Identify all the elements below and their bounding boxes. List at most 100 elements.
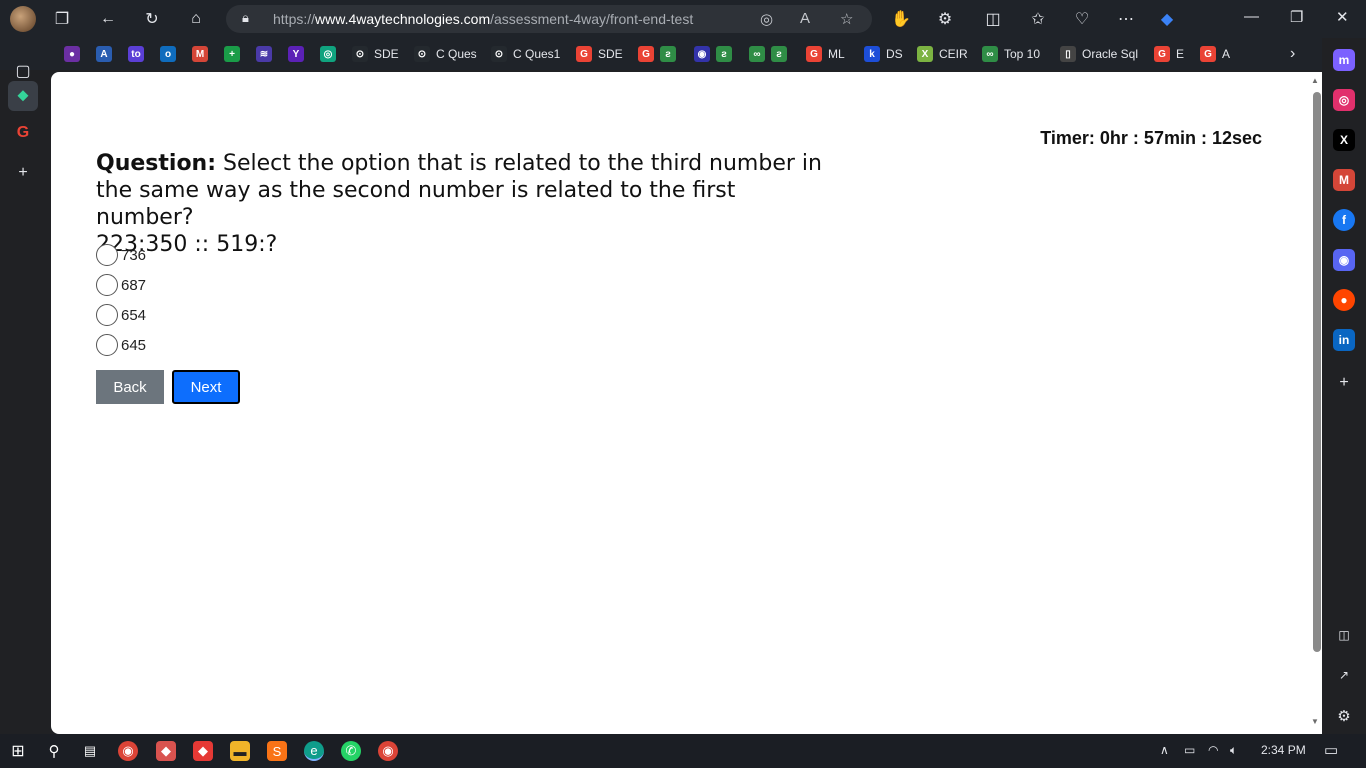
- favorite-item[interactable]: ▯ Oracle Sql: [1060, 45, 1138, 63]
- radio-button[interactable]: [96, 274, 118, 296]
- favorite-item[interactable]: ⊙ SDE: [352, 45, 399, 63]
- messenger-icon[interactable]: m: [1333, 49, 1355, 71]
- option-4[interactable]: 645: [96, 330, 146, 360]
- tab-active-site-icon[interactable]: ⬥: [8, 81, 38, 111]
- restore-icon[interactable]: ❐: [1290, 8, 1303, 26]
- sidebar-panel-icon[interactable]: ◫: [1333, 624, 1355, 646]
- favorite-item[interactable]: X CEIR: [917, 45, 968, 63]
- chrome-icon[interactable]: ◉: [118, 741, 138, 761]
- scrollbar[interactable]: ▲ ▼: [1308, 72, 1322, 734]
- app-icon[interactable]: ◆: [156, 741, 176, 761]
- favorite-item[interactable]: G: [638, 45, 660, 63]
- read-aloud-icon[interactable]: A: [800, 10, 810, 27]
- favorite-item[interactable]: G SDE: [576, 45, 623, 63]
- option-3[interactable]: 654: [96, 300, 146, 330]
- url-text[interactable]: https://www.4waytechnologies.com/assessm…: [273, 11, 693, 27]
- favorite-item[interactable]: +: [224, 45, 246, 63]
- gmail-icon[interactable]: M: [1333, 169, 1355, 191]
- reddit-icon[interactable]: ●: [1333, 289, 1355, 311]
- favorite-item[interactable]: k DS: [864, 45, 903, 63]
- battery-icon[interactable]: ▭: [1184, 743, 1195, 757]
- favorite-item[interactable]: Y: [288, 45, 310, 63]
- back-arrow-icon[interactable]: ←: [97, 8, 119, 30]
- favorite-item[interactable]: ƨ: [771, 45, 793, 63]
- favorites-overflow-chevron-icon[interactable]: ›: [1290, 45, 1295, 63]
- clock-time[interactable]: 2:34 PM: [1261, 743, 1306, 757]
- settings-gear-icon[interactable]: ⚙: [1333, 705, 1355, 727]
- favorite-item[interactable]: ⊙ C Ques1: [491, 45, 560, 63]
- windows-start-icon[interactable]: ⊞: [8, 741, 28, 761]
- browser-essentials-icon[interactable]: ♡: [1071, 8, 1093, 30]
- page-viewport: Timer: 0hr : 57min : 12sec Question: Sel…: [51, 72, 1322, 734]
- next-button[interactable]: Next: [172, 370, 240, 404]
- favorite-item[interactable]: ƨ: [660, 45, 682, 63]
- url-path: /assessment-4way/front-end-test: [490, 11, 694, 27]
- tab-google-icon[interactable]: G: [8, 118, 38, 148]
- volume-icon[interactable]: 🔈︎: [1230, 743, 1237, 758]
- radio-button[interactable]: [96, 304, 118, 326]
- favorite-item[interactable]: to: [128, 45, 150, 63]
- file-explorer-icon[interactable]: ▬: [230, 741, 250, 761]
- favorite-site-icon: ∞: [749, 46, 765, 62]
- more-menu-icon[interactable]: ⋯: [1115, 8, 1137, 30]
- favorite-item[interactable]: A: [96, 45, 118, 63]
- scroll-up-arrow-icon[interactable]: ▲: [1311, 76, 1319, 85]
- edge-icon[interactable]: e: [304, 741, 324, 761]
- favorite-site-icon: Y: [288, 46, 304, 62]
- favorite-item[interactable]: ∞ Top 10: [982, 45, 1040, 63]
- copilot-icon[interactable]: ◆: [1156, 8, 1178, 30]
- new-tab-icon[interactable]: +: [8, 158, 38, 188]
- linkedin-icon[interactable]: in: [1333, 329, 1355, 351]
- radio-button[interactable]: [96, 334, 118, 356]
- chrome-2-icon[interactable]: ◉: [378, 741, 398, 761]
- favorite-item[interactable]: ∞: [749, 45, 771, 63]
- sublime-text-icon[interactable]: S: [267, 741, 287, 761]
- favorite-item[interactable]: G ML: [806, 45, 845, 63]
- split-screen-icon[interactable]: ◫: [982, 8, 1004, 30]
- whatsapp-icon[interactable]: ✆: [341, 741, 361, 761]
- refresh-icon[interactable]: ↻: [141, 8, 163, 30]
- discord-icon[interactable]: ◉: [1333, 249, 1355, 271]
- favorite-item[interactable]: GE: [1154, 45, 1184, 63]
- favorite-item[interactable]: ƨ: [716, 45, 738, 63]
- extension-adblock-icon[interactable]: ✋: [890, 8, 912, 30]
- favorite-item[interactable]: ◎: [320, 45, 342, 63]
- minimize-icon[interactable]: —: [1244, 8, 1259, 25]
- location-icon[interactable]: ◎: [760, 10, 773, 28]
- favorites-icon[interactable]: ✩: [1027, 8, 1049, 30]
- favorite-item[interactable]: M: [192, 45, 214, 63]
- scrollbar-thumb[interactable]: [1313, 92, 1321, 652]
- close-icon[interactable]: ✕: [1336, 8, 1349, 26]
- open-external-icon[interactable]: ↗: [1333, 664, 1355, 686]
- notifications-icon[interactable]: ▭: [1324, 741, 1338, 759]
- favorite-item[interactable]: ≋: [256, 45, 278, 63]
- favorite-label: ML: [828, 47, 845, 61]
- favorite-item[interactable]: ⊙ C Ques: [414, 45, 477, 63]
- radio-button[interactable]: [96, 244, 118, 266]
- favorite-item[interactable]: ●: [64, 45, 86, 63]
- workspaces-icon[interactable]: ❐: [51, 8, 73, 30]
- wifi-icon[interactable]: ◠: [1208, 743, 1218, 757]
- favorite-site-icon: to: [128, 46, 144, 62]
- option-2[interactable]: 687: [96, 270, 146, 300]
- x-icon[interactable]: X: [1333, 129, 1355, 151]
- favorite-item[interactable]: GA: [1200, 45, 1230, 63]
- anydesk-icon[interactable]: ◆: [193, 741, 213, 761]
- favorite-item[interactable]: o: [160, 45, 182, 63]
- show-hidden-icons-icon[interactable]: ∧: [1160, 743, 1169, 757]
- home-icon[interactable]: ⌂: [185, 8, 207, 30]
- option-1[interactable]: 736: [96, 240, 146, 270]
- favorite-star-icon[interactable]: ☆: [840, 10, 853, 28]
- search-icon[interactable]: ⚲: [44, 741, 64, 761]
- favorite-item[interactable]: ◉: [694, 45, 716, 63]
- facebook-icon[interactable]: f: [1333, 209, 1355, 231]
- scroll-down-arrow-icon[interactable]: ▼: [1311, 717, 1319, 726]
- instagram-icon[interactable]: ◎: [1333, 89, 1355, 111]
- add-sidebar-app-icon[interactable]: +: [1333, 372, 1355, 394]
- favorite-site-icon: ƨ: [716, 46, 732, 62]
- task-view-icon[interactable]: ▤: [80, 741, 100, 761]
- extensions-icon[interactable]: ⚙: [934, 8, 956, 30]
- address-bar[interactable]: 🔒︎ https://www.4waytechnologies.com/asse…: [226, 5, 872, 33]
- back-button[interactable]: Back: [96, 370, 164, 404]
- profile-avatar[interactable]: [10, 6, 36, 32]
